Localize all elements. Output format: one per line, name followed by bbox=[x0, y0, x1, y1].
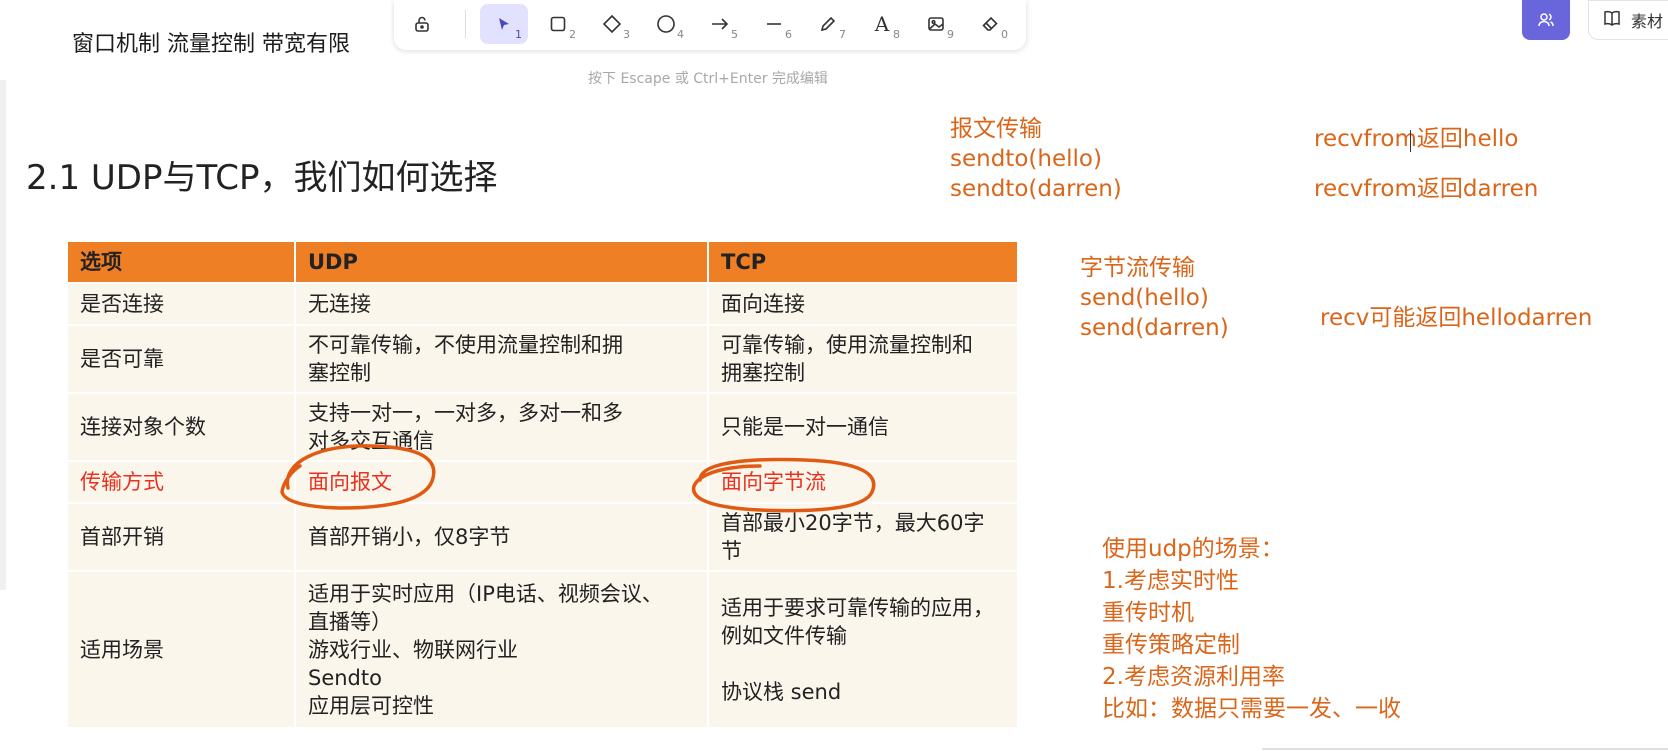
tool-shortcut: 7 bbox=[839, 28, 846, 41]
table-cell: 是否可靠 bbox=[66, 324, 296, 394]
tool-shortcut: 2 bbox=[569, 28, 576, 41]
table-row: 首部开销 首部开销小，仅8字节 首部最小20字节，最大60字 节 bbox=[66, 502, 1019, 572]
line-icon[interactable]: 6 bbox=[750, 4, 798, 44]
annotation-byte-stream: 字节流传输 send(hello) send(darren) bbox=[1080, 255, 1229, 341]
table-header-row: 选项 UDP TCP bbox=[66, 240, 1019, 284]
canvas-edge bbox=[0, 80, 6, 590]
table-row: 是否连接 无连接 面向连接 bbox=[66, 282, 1019, 326]
table-header: TCP bbox=[707, 240, 1019, 284]
arrow-icon[interactable]: 5 bbox=[696, 4, 744, 44]
tool-shortcut: 1 bbox=[515, 28, 522, 41]
rectangle-icon[interactable]: 2 bbox=[534, 4, 582, 44]
selection-icon[interactable]: 1 bbox=[480, 4, 528, 44]
table-row: 传输方式 面向报文 面向字节流 bbox=[66, 460, 1019, 504]
table-cell: 可靠传输，使用流量控制和 拥塞控制 bbox=[707, 324, 1019, 394]
table-cell: 适用场景 bbox=[66, 570, 296, 729]
annotation-message-transfer: 报文传输 sendto(hello) sendto(darren) bbox=[950, 116, 1122, 202]
table-header: 选项 bbox=[66, 240, 296, 284]
annotation-udp-scenarios: 使用udp的场景： 1.考虑实时性 重传时机 重传策略定制 2.考虑资源利用率 … bbox=[1102, 536, 1401, 722]
table-row: 适用场景 适用于实时应用（IP电话、视频会议、 直播等） 游戏行业、物联网行业 … bbox=[66, 570, 1019, 729]
table-cell: 连接对象个数 bbox=[66, 392, 296, 462]
table-cell: 首部最小20字节，最大60字 节 bbox=[707, 502, 1019, 572]
table-cell: 不可靠传输，不使用流量控制和拥 塞控制 bbox=[294, 324, 709, 394]
tool-shortcut: 6 bbox=[785, 28, 792, 41]
text-icon[interactable]: A 8 bbox=[858, 4, 906, 44]
edit-hint: 按下 Escape 或 Ctrl+Enter 完成编辑 bbox=[588, 71, 828, 87]
table-cell: 是否连接 bbox=[66, 282, 296, 326]
tool-shortcut: 3 bbox=[623, 28, 630, 41]
annotation-recvfrom-1: recvfrom返回hello bbox=[1314, 126, 1519, 152]
table-cell: 支持一对一，一对多，多对一和多 对多交互通信 bbox=[294, 392, 709, 462]
ellipse-icon[interactable]: 4 bbox=[642, 4, 690, 44]
book-icon bbox=[1603, 10, 1621, 30]
tool-shortcut: 5 bbox=[731, 28, 738, 41]
toolbar-separator bbox=[465, 10, 466, 38]
eraser-icon[interactable]: 0 bbox=[966, 4, 1014, 44]
library-button[interactable]: 素材 bbox=[1588, 0, 1668, 40]
lock-icon[interactable] bbox=[398, 4, 446, 44]
table-cell: 面向字节流 bbox=[707, 460, 1019, 504]
drawing-toolbar: 1 2 3 4 5 6 7 A 8 9 0 bbox=[394, 0, 1026, 50]
text-cursor bbox=[1410, 130, 1411, 152]
table-cell: 面向连接 bbox=[707, 282, 1019, 326]
comparison-table: 选项 UDP TCP 是否连接 无连接 面向连接 是否可靠 不可靠传输，不使用流… bbox=[66, 240, 1019, 729]
table-row: 连接对象个数 支持一对一，一对多，多对一和多 对多交互通信 只能是一对一通信 bbox=[66, 392, 1019, 462]
diamond-icon[interactable]: 3 bbox=[588, 4, 636, 44]
tool-shortcut: 0 bbox=[1001, 28, 1008, 41]
tool-shortcut: 8 bbox=[893, 28, 900, 41]
table-header: UDP bbox=[294, 240, 709, 284]
table-cell: 首部开销小，仅8字节 bbox=[294, 502, 709, 572]
slide-title: 2.1 UDP与TCP，我们如何选择 bbox=[26, 158, 498, 198]
tool-shortcut: 9 bbox=[947, 28, 954, 41]
table-cell: 传输方式 bbox=[66, 460, 296, 504]
table-cell: 首部开销 bbox=[66, 502, 296, 572]
pencil-icon[interactable]: 7 bbox=[804, 4, 852, 44]
table-cell: 面向报文 bbox=[294, 460, 709, 504]
table-cell: 无连接 bbox=[294, 282, 709, 326]
table-cell: 只能是一对一通信 bbox=[707, 392, 1019, 462]
annotation-recv: recv可能返回hellodarren bbox=[1320, 305, 1593, 331]
table-row: 是否可靠 不可靠传输，不使用流量控制和拥 塞控制 可靠传输，使用流量控制和 拥塞… bbox=[66, 324, 1019, 394]
image-icon[interactable]: 9 bbox=[912, 4, 960, 44]
users-icon bbox=[1538, 13, 1554, 27]
top-heading: 窗口机制 流量控制 带宽有限 bbox=[72, 32, 350, 57]
collaborate-button[interactable] bbox=[1522, 0, 1570, 40]
annotation-recvfrom-2: recvfrom返回darren bbox=[1314, 176, 1539, 202]
bottom-divider bbox=[1262, 748, 1668, 750]
tool-shortcut: 4 bbox=[677, 28, 684, 41]
library-label: 素材 bbox=[1631, 12, 1664, 31]
table-cell: 适用于要求可靠传输的应用， 例如文件传输 协议栈 send bbox=[707, 570, 1019, 729]
table-cell: 适用于实时应用（IP电话、视频会议、 直播等） 游戏行业、物联网行业 Sendt… bbox=[294, 570, 709, 729]
